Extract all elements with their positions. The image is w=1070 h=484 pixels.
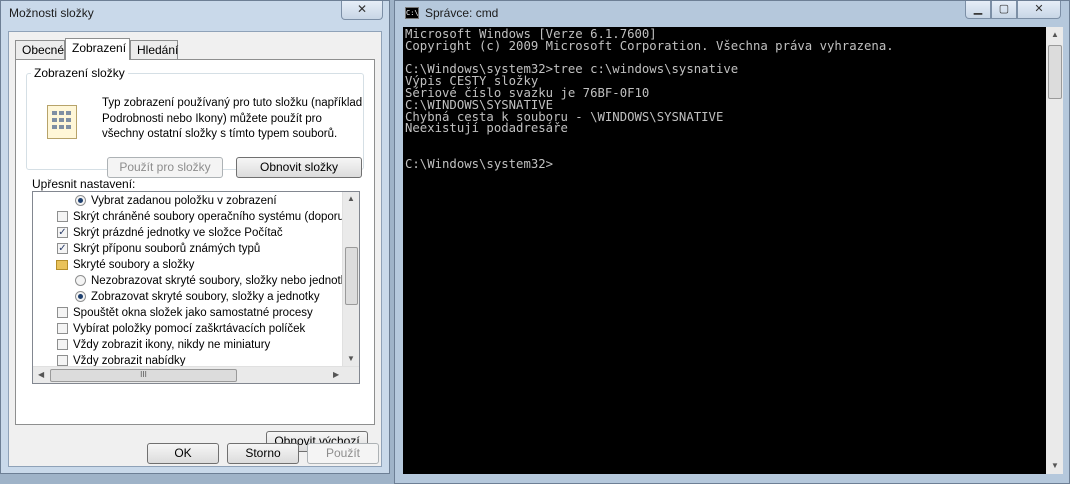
view-tab-page: Zobrazení složky Typ zobrazení používaný…	[15, 59, 375, 452]
cancel-button[interactable]: Storno	[227, 443, 299, 464]
checkbox[interactable]	[57, 323, 68, 334]
minimize-button[interactable]: ▁	[965, 1, 991, 19]
checkbox[interactable]	[57, 211, 68, 222]
list-item-label: Vybrat zadanou položku v zobrazení	[91, 195, 277, 207]
checkbox[interactable]	[57, 307, 68, 318]
list-item-label: Vždy zobrazit ikony, nikdy ne miniatury	[73, 339, 271, 351]
window-title: Správce: cmd	[425, 6, 499, 20]
console-text: Microsoft Windows [Verze 6.1.7600] Copyr…	[405, 27, 894, 171]
list-item-label: Skrýt chráněné soubory operačního systém…	[73, 211, 360, 223]
folder-view-icon	[47, 105, 77, 139]
radio-button[interactable]	[75, 275, 86, 286]
checkbox-checked[interactable]: ✓	[57, 227, 68, 238]
list-item-label: Spouštět okna složek jako samostatné pro…	[73, 307, 313, 319]
dialog-client: Obecné Zobrazení Hledání Zobrazení složk…	[8, 31, 382, 467]
folder-icon	[56, 260, 68, 270]
console-scrollbar[interactable]: ▲ ▼	[1046, 27, 1063, 474]
advanced-settings-list: Vybrat zadanou položku v zobrazení Skrýt…	[32, 191, 360, 384]
grip-icon: III	[140, 370, 147, 379]
list-item-label: Nezobrazovat skryté soubory, složky nebo…	[91, 275, 353, 287]
folder-view-description: Typ zobrazení používaný pro tuto složku …	[102, 97, 363, 140]
minimize-icon: ▁	[973, 3, 983, 15]
apply-to-folders-button[interactable]: Použít pro složky	[107, 157, 223, 178]
cmd-window: C:\ Správce: cmd ▁ ▢ ✕ Microsoft Windows…	[394, 0, 1070, 484]
scroll-up-icon[interactable]: ▲	[347, 194, 355, 203]
checkbox[interactable]	[57, 339, 68, 350]
folder-options-window: Možnosti složky ✕ Obecné Zobrazení Hledá…	[0, 0, 390, 474]
scroll-thumb[interactable]	[345, 247, 358, 305]
list-item-label: Skrýt příponu souborů známých typů	[73, 243, 261, 255]
list-item-label: Skryté soubory a složky	[73, 259, 195, 271]
list-item-label: Vybírat položky pomocí zaškrtávacích pol…	[73, 323, 306, 335]
console-output[interactable]: Microsoft Windows [Verze 6.1.7600] Copyr…	[403, 27, 1046, 474]
ok-button[interactable]: OK	[147, 443, 219, 464]
apply-button[interactable]: Použít	[307, 443, 379, 464]
scroll-right-icon[interactable]: ▶	[333, 370, 339, 379]
advanced-settings-label: Upřesnit nastavení:	[32, 177, 136, 191]
reset-folders-button[interactable]: Obnovit složky	[236, 157, 362, 178]
maximize-icon: ▢	[998, 3, 1010, 15]
folder-options-titlebar[interactable]: Možnosti složky ✕	[1, 1, 389, 27]
folder-view-legend: Zobrazení složky	[34, 66, 125, 80]
scroll-down-icon[interactable]: ▼	[347, 354, 355, 363]
radio-button[interactable]	[75, 195, 86, 206]
scroll-up-icon[interactable]: ▲	[1051, 30, 1059, 39]
close-button[interactable]: ✕	[341, 1, 383, 20]
horizontal-scrollbar[interactable]: ◀ III ▶	[33, 366, 359, 383]
radio-button[interactable]	[75, 291, 86, 302]
maximize-button[interactable]: ▢	[991, 1, 1017, 19]
checkbox-checked[interactable]: ✓	[57, 243, 68, 254]
close-button[interactable]: ✕	[1017, 1, 1061, 19]
list-item-label: Skrýt prázdné jednotky ve složce Počítač	[73, 227, 283, 239]
scroll-down-icon[interactable]: ▼	[1051, 461, 1059, 470]
cmd-titlebar[interactable]: C:\ Správce: cmd ▁ ▢ ✕	[395, 1, 1069, 27]
scroll-thumb[interactable]	[1048, 45, 1062, 99]
folder-view-group: Zobrazení složky Typ zobrazení používaný…	[26, 66, 364, 178]
tab-view[interactable]: Zobrazení	[65, 38, 130, 60]
scroll-thumb[interactable]: III	[50, 369, 237, 382]
tab-search[interactable]: Hledání	[130, 40, 178, 59]
scroll-left-icon[interactable]: ◀	[38, 370, 44, 379]
list-item-label: Zobrazovat skryté soubory, složky a jedn…	[91, 291, 320, 303]
cmd-icon: C:\	[405, 7, 419, 19]
close-icon: ✕	[1034, 3, 1044, 15]
taskbar-peek	[0, 474, 394, 484]
tab-general[interactable]: Obecné	[15, 40, 65, 59]
window-title: Možnosti složky	[9, 6, 94, 20]
close-icon: ✕	[356, 2, 368, 16]
checkbox[interactable]	[57, 355, 68, 366]
vertical-scrollbar[interactable]: ▲ ▼	[342, 192, 359, 367]
